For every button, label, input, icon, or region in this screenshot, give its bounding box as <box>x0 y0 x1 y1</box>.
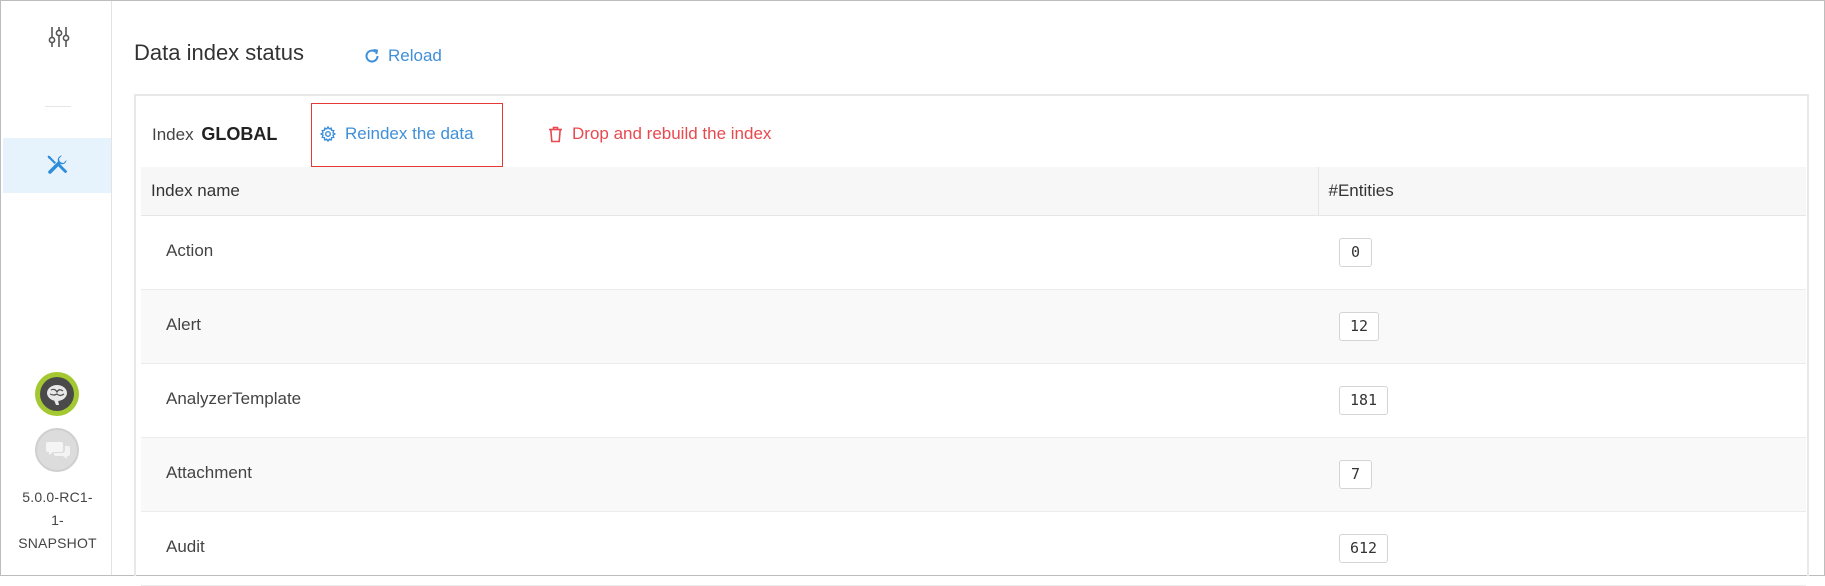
entity-count-badge: 612 <box>1339 533 1389 563</box>
drop-rebuild-label: Drop and rebuild the index <box>572 124 772 143</box>
index-table: Index name #Entities Action 0 Alert 12 A… <box>141 167 1806 586</box>
chat-icon <box>46 442 70 459</box>
column-header-entities[interactable]: #Entities <box>1317 167 1806 216</box>
column-header-index-name[interactable]: Index name <box>141 167 1318 216</box>
sidebar: 5.0.0-RC1- 1- SNAPSHOT <box>3 1 112 575</box>
settings-sliders-icon[interactable] <box>47 25 71 49</box>
table-row: Alert 12 <box>141 289 1806 363</box>
reindex-button[interactable]: Reindex the data <box>320 122 474 146</box>
entity-count-badge: 12 <box>1339 311 1380 341</box>
row-index-name: Action <box>166 241 214 260</box>
row-index-name: AnalyzerTemplate <box>166 389 302 408</box>
entity-count-badge: 181 <box>1339 385 1389 415</box>
row-index-name: Attachment <box>166 463 252 482</box>
chat-avatar[interactable] <box>35 428 79 472</box>
page-title: Data index status <box>134 40 304 65</box>
table-row: Audit 612 <box>141 511 1806 585</box>
table-row: Action 0 <box>141 215 1806 289</box>
table-header-row: Index name #Entities <box>141 167 1806 216</box>
row-index-name: Audit <box>166 537 205 556</box>
trash-icon <box>549 126 562 142</box>
reindex-label: Reindex the data <box>345 124 474 143</box>
index-name: GLOBAL <box>201 124 278 144</box>
index-title: Index GLOBAL <box>152 124 278 144</box>
tools-icon <box>47 155 67 174</box>
entity-count-badge: 7 <box>1339 459 1372 489</box>
gear-icon <box>320 126 336 142</box>
app-version: 5.0.0-RC1- 1- SNAPSHOT <box>18 489 97 551</box>
reload-button[interactable]: Reload <box>364 44 442 68</box>
brain-icon <box>47 385 67 405</box>
table-row: AnalyzerTemplate 181 <box>141 363 1806 437</box>
table-row: Attachment 7 <box>141 437 1806 511</box>
sidebar-divider <box>45 106 71 107</box>
sidebar-item-admin-tools[interactable] <box>3 138 111 193</box>
refresh-icon <box>365 49 379 63</box>
brain-avatar[interactable] <box>35 372 79 416</box>
row-index-name: Alert <box>166 315 201 334</box>
reload-label: Reload <box>388 46 442 65</box>
drop-rebuild-button[interactable]: Drop and rebuild the index <box>548 122 771 146</box>
entity-count-badge: 0 <box>1339 237 1372 267</box>
index-panel: Index GLOBAL Reindex the data Drop and r… <box>134 94 1809 585</box>
